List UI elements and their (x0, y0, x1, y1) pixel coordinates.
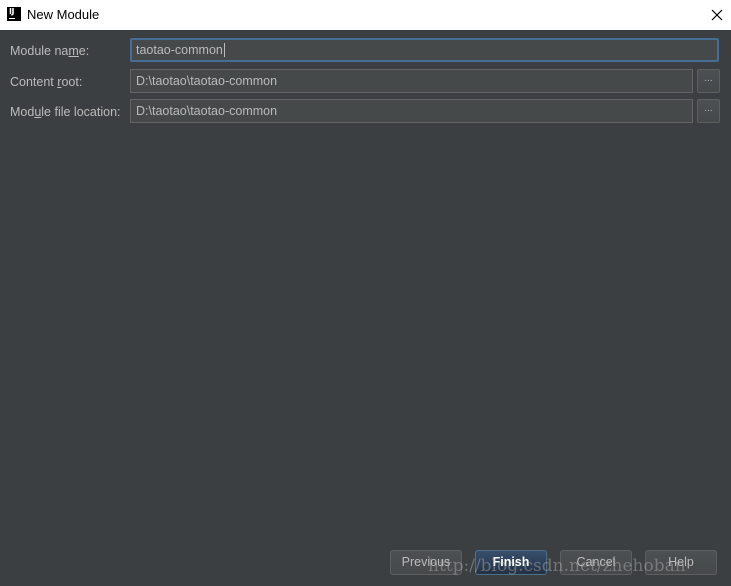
module-file-location-row: Module file location: D:\taotao\taotao-c… (0, 99, 731, 125)
new-module-dialog: IJ New Module Module name: taotao-common… (0, 0, 731, 586)
title-bar: IJ New Module (0, 0, 731, 30)
window-title: New Module (27, 7, 100, 22)
module-file-location-browse-button[interactable]: ... (697, 99, 720, 123)
intellij-logo-icon: IJ (7, 7, 21, 21)
content-root-input[interactable]: D:\taotao\taotao-common (130, 69, 693, 93)
content-root-row: Content root: D:\taotao\taotao-common ..… (0, 69, 731, 95)
logo-text: IJ (9, 7, 14, 16)
help-button[interactable]: Help (645, 550, 717, 575)
module-file-location-label: Module file location: (10, 105, 121, 119)
module-file-location-input[interactable]: D:\taotao\taotao-common (130, 99, 693, 123)
previous-button[interactable]: Previous (390, 550, 462, 575)
text-cursor (223, 42, 225, 57)
module-name-row: Module name: taotao-common (0, 38, 731, 64)
cancel-button[interactable]: Cancel (560, 550, 632, 575)
finish-button[interactable]: Finish (475, 550, 547, 575)
module-name-input[interactable]: taotao-common (130, 38, 719, 62)
content-root-label: Content root: (10, 75, 83, 89)
close-icon[interactable] (704, 2, 730, 28)
content-root-browse-button[interactable]: ... (697, 69, 720, 93)
module-name-label: Module name: (10, 44, 90, 58)
